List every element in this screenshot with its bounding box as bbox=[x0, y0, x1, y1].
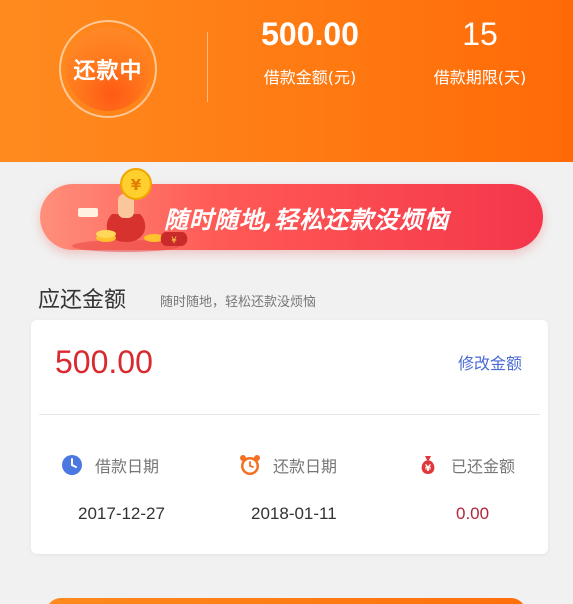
status-text: 还款中 bbox=[73, 59, 143, 84]
repay-date-column: 还款日期 2018-01-11 bbox=[239, 453, 399, 524]
edit-amount-button[interactable]: 修改金额 bbox=[458, 350, 522, 374]
banner-text: 随时随地,轻松还款没烦恼 bbox=[164, 206, 450, 234]
loan-term-value: 15 bbox=[462, 16, 498, 52]
loan-date-value: 2017-12-27 bbox=[78, 504, 165, 523]
repayment-card: 500.00 修改金额 借款日期 2017-12-27 还款日期 2018-01… bbox=[31, 320, 548, 554]
repay-date-value: 2018-01-11 bbox=[251, 504, 337, 523]
loan-amount-stat: 500.00 借款金额(元) bbox=[230, 14, 390, 88]
money-bag-icon: ¥ bbox=[421, 456, 435, 474]
svg-text:¥: ¥ bbox=[425, 464, 432, 474]
loan-term-stat: 15 借款期限(天) bbox=[405, 14, 555, 88]
svg-text:¥: ¥ bbox=[131, 176, 142, 194]
card-divider bbox=[39, 414, 540, 415]
section-subtitle: 随时随地，轻松还款没烦恼 bbox=[160, 295, 317, 310]
repay-button[interactable] bbox=[46, 598, 526, 604]
header-divider bbox=[207, 32, 208, 102]
loan-header: 还款中 500.00 借款金额(元) 15 借款期限(天) bbox=[0, 0, 573, 162]
loan-term-label: 借款期限(天) bbox=[433, 68, 527, 87]
svg-text:¥: ¥ bbox=[171, 236, 177, 246]
clock-icon bbox=[62, 455, 82, 475]
repaid-amount-value: 0.00 bbox=[456, 504, 490, 523]
loan-date-column: 借款日期 2017-12-27 bbox=[61, 453, 221, 524]
loan-amount-label: 借款金额(元) bbox=[263, 68, 357, 87]
due-amount: 500.00 bbox=[55, 344, 153, 380]
section-title: 应还金额 bbox=[38, 288, 127, 313]
repaid-amount-column: ¥ 已还金额 0.00 bbox=[417, 453, 573, 524]
repaid-amount-label: 已还金额 bbox=[451, 457, 516, 476]
loan-amount-value: 500.00 bbox=[261, 16, 359, 52]
loan-date-label: 借款日期 bbox=[95, 457, 160, 476]
status-badge: 还款中 bbox=[66, 27, 150, 111]
alarm-clock-icon bbox=[240, 455, 260, 475]
promo-banner[interactable]: ¥ ¥ 随时随地,轻松还款没烦恼 bbox=[40, 168, 543, 252]
repay-date-label: 还款日期 bbox=[273, 457, 338, 476]
